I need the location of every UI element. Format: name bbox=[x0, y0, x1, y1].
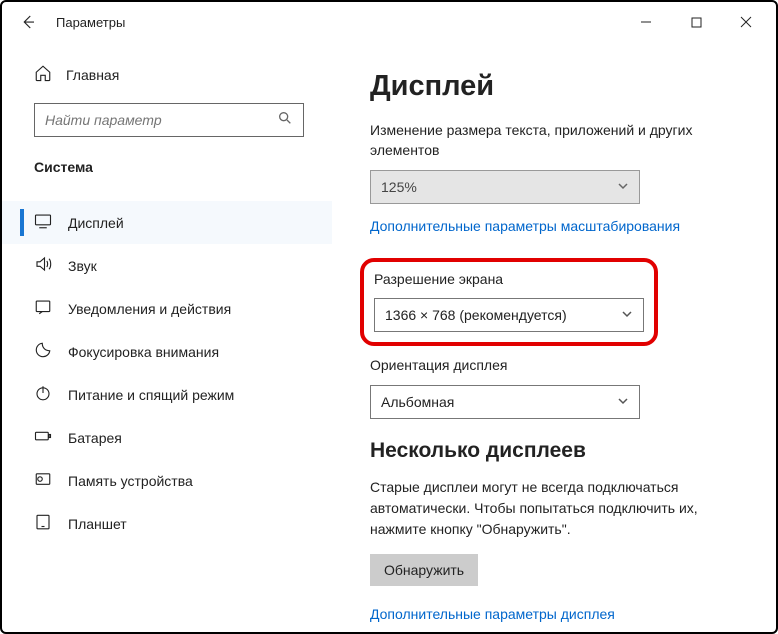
battery-icon bbox=[34, 427, 52, 448]
search-icon bbox=[277, 110, 293, 131]
sidebar-item-notifications[interactable]: Уведомления и действия bbox=[2, 287, 332, 330]
sidebar: Главная Система Дисплей Звук bbox=[2, 42, 332, 632]
home-label: Главная bbox=[66, 67, 119, 83]
titlebar: Параметры bbox=[2, 2, 776, 42]
sound-icon bbox=[34, 255, 52, 276]
sidebar-item-storage[interactable]: Память устройства bbox=[2, 459, 332, 502]
detect-button[interactable]: Обнаружить bbox=[370, 554, 478, 586]
body: Главная Система Дисплей Звук bbox=[2, 42, 776, 632]
resolution-highlight: Разрешение экрана 1366 × 768 (рекомендуе… bbox=[360, 258, 658, 346]
power-icon bbox=[34, 384, 52, 405]
back-button[interactable] bbox=[10, 4, 46, 40]
nav-label: Дисплей bbox=[68, 215, 124, 231]
nav-label: Звук bbox=[68, 258, 97, 274]
resolution-dropdown[interactable]: 1366 × 768 (рекомендуется) bbox=[374, 298, 644, 332]
resolution-label: Разрешение экрана bbox=[374, 270, 644, 290]
scale-dropdown[interactable]: 125% bbox=[370, 170, 640, 204]
multi-displays-heading: Несколько дисплеев bbox=[370, 439, 738, 463]
chevron-down-icon bbox=[621, 307, 633, 323]
storage-icon bbox=[34, 470, 52, 491]
sidebar-item-sound[interactable]: Звук bbox=[2, 244, 332, 287]
page-heading: Дисплей bbox=[370, 70, 738, 103]
multi-displays-help: Старые дисплеи могут не всегда подключат… bbox=[370, 477, 738, 540]
orientation-dropdown[interactable]: Альбомная bbox=[370, 385, 640, 419]
close-button[interactable] bbox=[724, 6, 768, 38]
scale-value: 125% bbox=[381, 179, 417, 195]
resolution-value: 1366 × 768 (рекомендуется) bbox=[385, 307, 567, 323]
search-box[interactable] bbox=[34, 103, 304, 137]
nav-list: Дисплей Звук Уведомления и действия Фоку… bbox=[2, 201, 332, 632]
nav-label: Батарея bbox=[68, 430, 122, 446]
tablet-icon bbox=[34, 513, 52, 534]
advanced-display-link[interactable]: Дополнительные параметры дисплея bbox=[370, 606, 738, 622]
sidebar-home[interactable]: Главная bbox=[2, 56, 332, 95]
chevron-down-icon bbox=[617, 179, 629, 195]
nav-label: Питание и спящий режим bbox=[68, 387, 234, 403]
home-icon bbox=[34, 64, 52, 85]
search-row bbox=[2, 95, 332, 141]
orientation-value: Альбомная bbox=[381, 394, 454, 410]
nav-label: Планшет bbox=[68, 516, 127, 532]
orientation-label: Ориентация дисплея bbox=[370, 356, 738, 376]
nav-label: Фокусировка внимания bbox=[68, 344, 219, 360]
minimize-button[interactable] bbox=[624, 6, 668, 38]
display-icon bbox=[34, 212, 52, 233]
chevron-down-icon bbox=[617, 394, 629, 410]
settings-window: Параметры Главная Система Ди bbox=[0, 0, 778, 634]
section-label: Система bbox=[2, 141, 332, 187]
scale-advanced-link[interactable]: Дополнительные параметры масштабирования bbox=[370, 218, 738, 234]
sidebar-item-display[interactable]: Дисплей bbox=[2, 201, 332, 244]
sidebar-item-tablet[interactable]: Планшет bbox=[2, 502, 332, 545]
maximize-button[interactable] bbox=[674, 6, 718, 38]
window-controls bbox=[624, 6, 768, 38]
sidebar-item-focus[interactable]: Фокусировка внимания bbox=[2, 330, 332, 373]
focus-icon bbox=[34, 341, 52, 362]
search-input[interactable] bbox=[45, 112, 277, 128]
sidebar-item-battery[interactable]: Батарея bbox=[2, 416, 332, 459]
notifications-icon bbox=[34, 298, 52, 319]
nav-label: Уведомления и действия bbox=[68, 301, 231, 317]
scale-label: Изменение размера текста, приложений и д… bbox=[370, 121, 738, 160]
nav-label: Память устройства bbox=[68, 473, 193, 489]
main-panel: Дисплей Изменение размера текста, прилож… bbox=[332, 42, 776, 632]
window-title: Параметры bbox=[56, 15, 125, 30]
sidebar-item-power[interactable]: Питание и спящий режим bbox=[2, 373, 332, 416]
